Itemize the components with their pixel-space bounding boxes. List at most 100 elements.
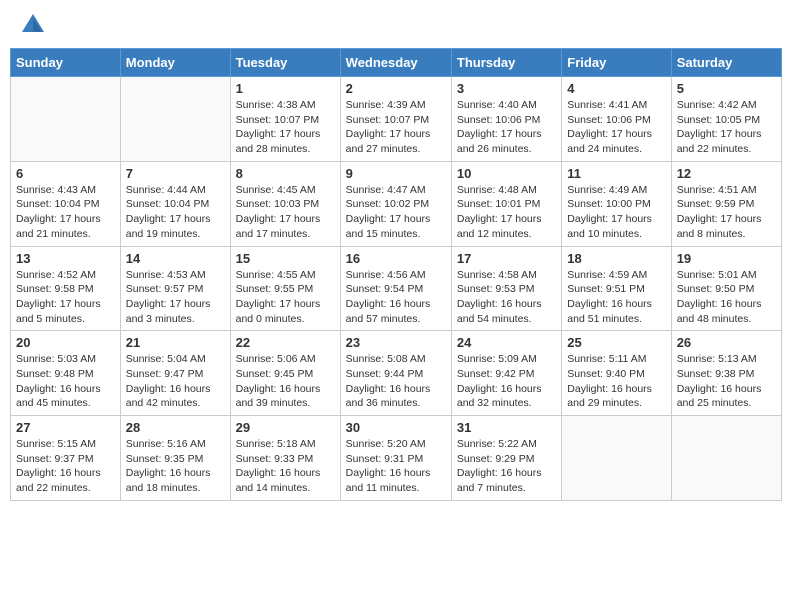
day-number: 11 (567, 166, 665, 181)
day-info: Sunrise: 5:11 AMSunset: 9:40 PMDaylight:… (567, 352, 665, 411)
calendar-cell: 18 Sunrise: 4:59 AMSunset: 9:51 PMDaylig… (562, 246, 671, 331)
day-info: Sunrise: 5:04 AMSunset: 9:47 PMDaylight:… (126, 352, 225, 411)
day-number: 5 (677, 81, 776, 96)
calendar-week-4: 20 Sunrise: 5:03 AMSunset: 9:48 PMDaylig… (11, 331, 782, 416)
day-number: 26 (677, 335, 776, 350)
day-number: 27 (16, 420, 115, 435)
day-number: 14 (126, 251, 225, 266)
page-header (10, 10, 782, 40)
day-info: Sunrise: 4:43 AMSunset: 10:04 PMDaylight… (16, 183, 115, 242)
day-info: Sunrise: 5:13 AMSunset: 9:38 PMDaylight:… (677, 352, 776, 411)
day-number: 10 (457, 166, 556, 181)
day-info: Sunrise: 5:06 AMSunset: 9:45 PMDaylight:… (236, 352, 335, 411)
day-info: Sunrise: 4:58 AMSunset: 9:53 PMDaylight:… (457, 268, 556, 327)
weekday-header-row: SundayMondayTuesdayWednesdayThursdayFrid… (11, 49, 782, 77)
calendar-cell: 24 Sunrise: 5:09 AMSunset: 9:42 PMDaylig… (451, 331, 561, 416)
day-number: 20 (16, 335, 115, 350)
day-info: Sunrise: 5:15 AMSunset: 9:37 PMDaylight:… (16, 437, 115, 496)
day-info: Sunrise: 4:39 AMSunset: 10:07 PMDaylight… (346, 98, 446, 157)
calendar-cell: 20 Sunrise: 5:03 AMSunset: 9:48 PMDaylig… (11, 331, 121, 416)
calendar-cell (11, 77, 121, 162)
calendar-cell: 8 Sunrise: 4:45 AMSunset: 10:03 PMDaylig… (230, 161, 340, 246)
day-number: 6 (16, 166, 115, 181)
day-info: Sunrise: 4:48 AMSunset: 10:01 PMDaylight… (457, 183, 556, 242)
day-number: 16 (346, 251, 446, 266)
calendar-cell: 5 Sunrise: 4:42 AMSunset: 10:05 PMDaylig… (671, 77, 781, 162)
calendar-cell: 11 Sunrise: 4:49 AMSunset: 10:00 PMDayli… (562, 161, 671, 246)
calendar-cell (671, 416, 781, 501)
day-number: 24 (457, 335, 556, 350)
weekday-header-saturday: Saturday (671, 49, 781, 77)
day-number: 23 (346, 335, 446, 350)
day-info: Sunrise: 4:53 AMSunset: 9:57 PMDaylight:… (126, 268, 225, 327)
day-info: Sunrise: 4:51 AMSunset: 9:59 PMDaylight:… (677, 183, 776, 242)
calendar-cell: 3 Sunrise: 4:40 AMSunset: 10:06 PMDaylig… (451, 77, 561, 162)
day-number: 25 (567, 335, 665, 350)
day-number: 30 (346, 420, 446, 435)
day-info: Sunrise: 4:42 AMSunset: 10:05 PMDaylight… (677, 98, 776, 157)
calendar-week-5: 27 Sunrise: 5:15 AMSunset: 9:37 PMDaylig… (11, 416, 782, 501)
calendar-cell: 16 Sunrise: 4:56 AMSunset: 9:54 PMDaylig… (340, 246, 451, 331)
calendar-cell (120, 77, 230, 162)
calendar-cell: 10 Sunrise: 4:48 AMSunset: 10:01 PMDayli… (451, 161, 561, 246)
weekday-header-sunday: Sunday (11, 49, 121, 77)
calendar-cell: 4 Sunrise: 4:41 AMSunset: 10:06 PMDaylig… (562, 77, 671, 162)
weekday-header-monday: Monday (120, 49, 230, 77)
day-info: Sunrise: 4:44 AMSunset: 10:04 PMDaylight… (126, 183, 225, 242)
calendar-cell: 27 Sunrise: 5:15 AMSunset: 9:37 PMDaylig… (11, 416, 121, 501)
calendar-cell: 21 Sunrise: 5:04 AMSunset: 9:47 PMDaylig… (120, 331, 230, 416)
day-number: 12 (677, 166, 776, 181)
calendar-cell: 2 Sunrise: 4:39 AMSunset: 10:07 PMDaylig… (340, 77, 451, 162)
calendar-cell: 23 Sunrise: 5:08 AMSunset: 9:44 PMDaylig… (340, 331, 451, 416)
day-info: Sunrise: 4:56 AMSunset: 9:54 PMDaylight:… (346, 268, 446, 327)
calendar-cell: 1 Sunrise: 4:38 AMSunset: 10:07 PMDaylig… (230, 77, 340, 162)
calendar-cell: 15 Sunrise: 4:55 AMSunset: 9:55 PMDaylig… (230, 246, 340, 331)
day-number: 9 (346, 166, 446, 181)
day-info: Sunrise: 5:20 AMSunset: 9:31 PMDaylight:… (346, 437, 446, 496)
day-info: Sunrise: 4:40 AMSunset: 10:06 PMDaylight… (457, 98, 556, 157)
day-number: 19 (677, 251, 776, 266)
logo (14, 10, 48, 40)
day-number: 8 (236, 166, 335, 181)
day-number: 7 (126, 166, 225, 181)
calendar-cell: 22 Sunrise: 5:06 AMSunset: 9:45 PMDaylig… (230, 331, 340, 416)
day-info: Sunrise: 4:49 AMSunset: 10:00 PMDaylight… (567, 183, 665, 242)
weekday-header-thursday: Thursday (451, 49, 561, 77)
calendar-cell: 14 Sunrise: 4:53 AMSunset: 9:57 PMDaylig… (120, 246, 230, 331)
weekday-header-wednesday: Wednesday (340, 49, 451, 77)
day-number: 1 (236, 81, 335, 96)
day-number: 2 (346, 81, 446, 96)
calendar-cell: 30 Sunrise: 5:20 AMSunset: 9:31 PMDaylig… (340, 416, 451, 501)
weekday-header-friday: Friday (562, 49, 671, 77)
calendar-week-1: 1 Sunrise: 4:38 AMSunset: 10:07 PMDaylig… (11, 77, 782, 162)
day-number: 13 (16, 251, 115, 266)
calendar-cell: 13 Sunrise: 4:52 AMSunset: 9:58 PMDaylig… (11, 246, 121, 331)
day-info: Sunrise: 4:55 AMSunset: 9:55 PMDaylight:… (236, 268, 335, 327)
day-number: 3 (457, 81, 556, 96)
day-info: Sunrise: 4:59 AMSunset: 9:51 PMDaylight:… (567, 268, 665, 327)
day-info: Sunrise: 4:47 AMSunset: 10:02 PMDaylight… (346, 183, 446, 242)
day-number: 21 (126, 335, 225, 350)
day-info: Sunrise: 4:38 AMSunset: 10:07 PMDaylight… (236, 98, 335, 157)
day-info: Sunrise: 5:09 AMSunset: 9:42 PMDaylight:… (457, 352, 556, 411)
day-info: Sunrise: 5:01 AMSunset: 9:50 PMDaylight:… (677, 268, 776, 327)
calendar-cell: 17 Sunrise: 4:58 AMSunset: 9:53 PMDaylig… (451, 246, 561, 331)
day-number: 22 (236, 335, 335, 350)
day-info: Sunrise: 5:16 AMSunset: 9:35 PMDaylight:… (126, 437, 225, 496)
calendar-week-3: 13 Sunrise: 4:52 AMSunset: 9:58 PMDaylig… (11, 246, 782, 331)
calendar-cell (562, 416, 671, 501)
calendar-cell: 25 Sunrise: 5:11 AMSunset: 9:40 PMDaylig… (562, 331, 671, 416)
day-info: Sunrise: 5:18 AMSunset: 9:33 PMDaylight:… (236, 437, 335, 496)
day-info: Sunrise: 5:22 AMSunset: 9:29 PMDaylight:… (457, 437, 556, 496)
calendar-week-2: 6 Sunrise: 4:43 AMSunset: 10:04 PMDaylig… (11, 161, 782, 246)
day-number: 4 (567, 81, 665, 96)
weekday-header-tuesday: Tuesday (230, 49, 340, 77)
day-info: Sunrise: 5:03 AMSunset: 9:48 PMDaylight:… (16, 352, 115, 411)
day-number: 28 (126, 420, 225, 435)
calendar-cell: 19 Sunrise: 5:01 AMSunset: 9:50 PMDaylig… (671, 246, 781, 331)
calendar-cell: 12 Sunrise: 4:51 AMSunset: 9:59 PMDaylig… (671, 161, 781, 246)
day-number: 15 (236, 251, 335, 266)
day-number: 17 (457, 251, 556, 266)
day-number: 29 (236, 420, 335, 435)
day-number: 18 (567, 251, 665, 266)
